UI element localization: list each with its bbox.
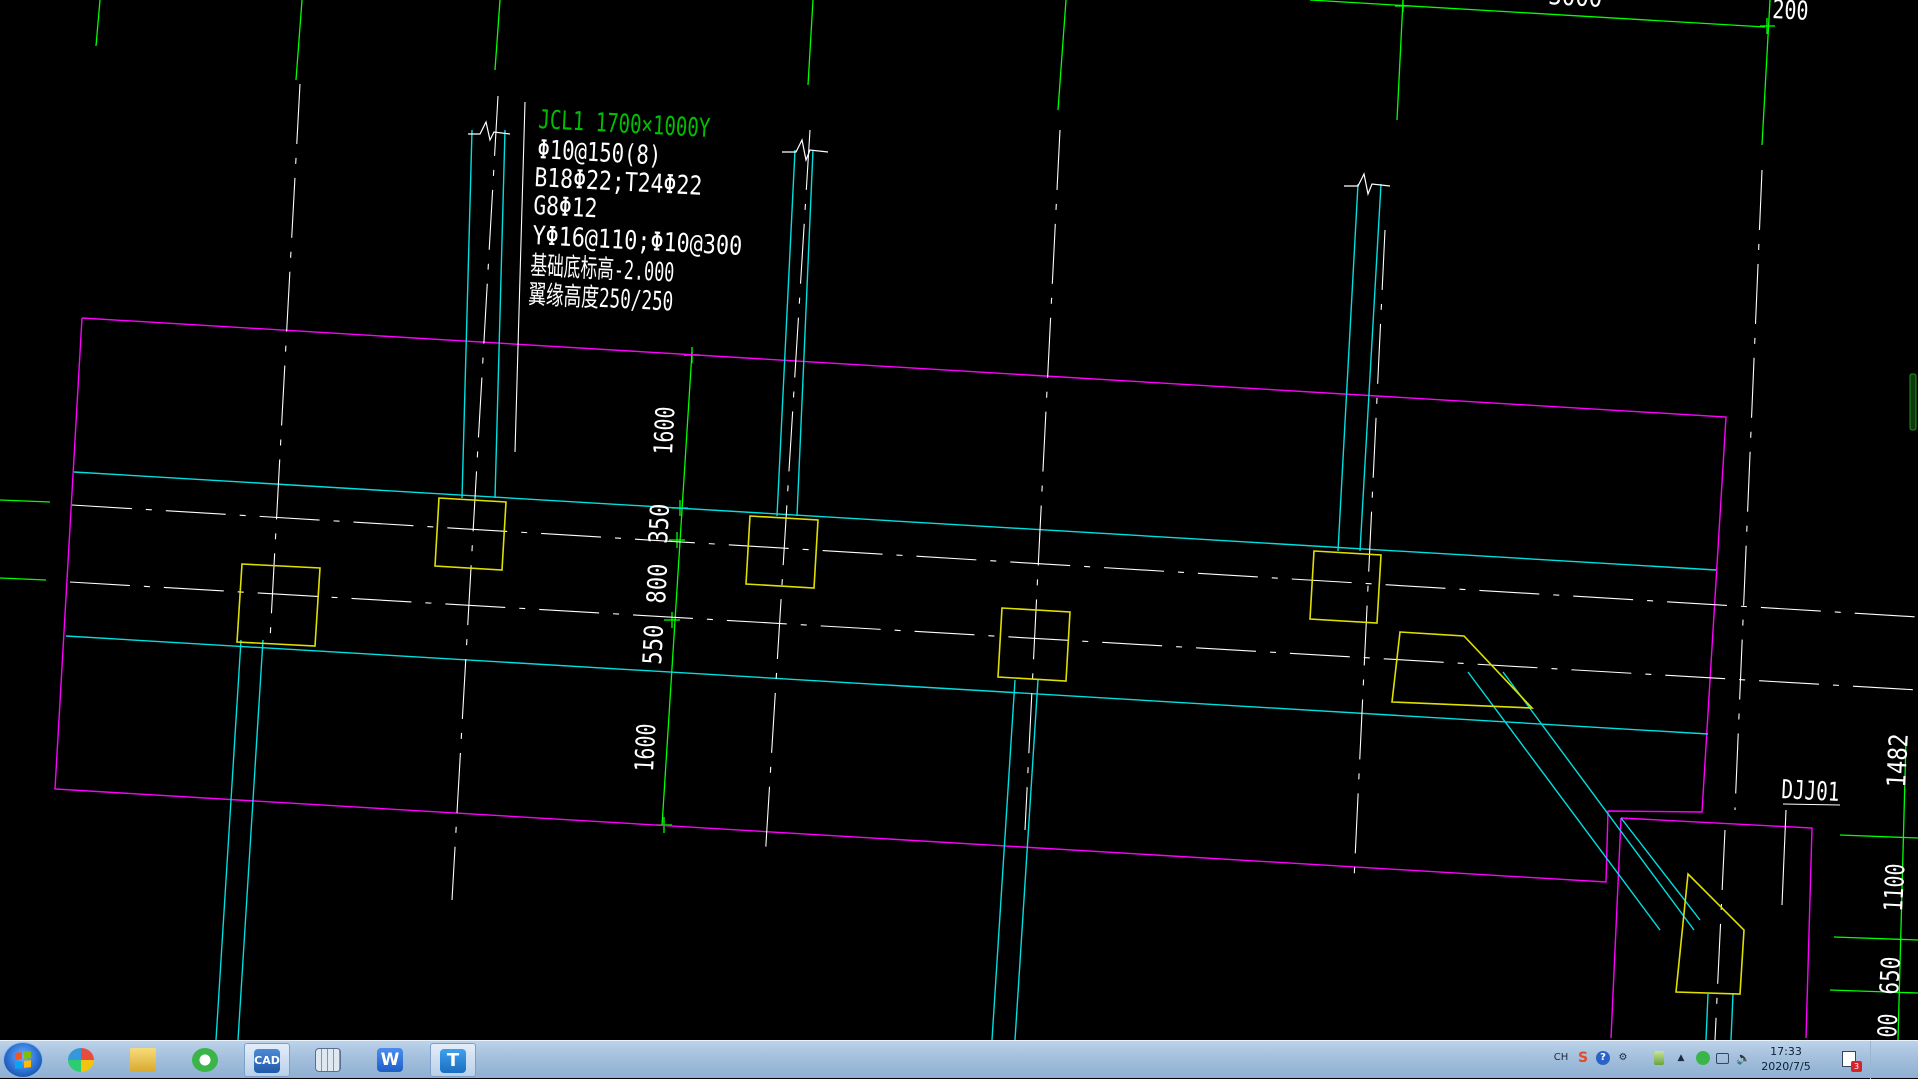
- dim-1100: 1100: [1879, 863, 1911, 913]
- annotation-side-bars: G8Φ12: [533, 191, 598, 224]
- t-app-icon-label: T: [446, 1050, 460, 1071]
- dim-1482: 1482: [1882, 733, 1915, 788]
- folder-icon: [130, 1048, 156, 1072]
- browser-icon: [192, 1048, 218, 1072]
- clock-date: 2020/7/5: [1761, 1060, 1811, 1073]
- windows-flag-icon: [15, 1051, 31, 1069]
- ime-indicator[interactable]: CH: [1550, 1051, 1572, 1065]
- cad-drawing-canvas[interactable]: JCL1 1700×1000Y Φ10@150(8) B18Φ22;T24Φ22…: [0, 0, 1918, 1040]
- color-app-icon: [68, 1048, 94, 1072]
- sogou-ime-icon[interactable]: S: [1576, 1051, 1590, 1065]
- cad-icon: CAD: [254, 1049, 280, 1073]
- taskbar-app-wps[interactable]: W: [368, 1043, 414, 1077]
- dim-200: 200: [1772, 0, 1810, 27]
- calculator-icon: [315, 1048, 341, 1072]
- wps-icon: W: [377, 1048, 403, 1072]
- taskbar-app-color[interactable]: [59, 1043, 105, 1077]
- battery-icon[interactable]: [1654, 1051, 1664, 1065]
- notification-count: 3: [1851, 1061, 1862, 1072]
- wps-icon-label: W: [380, 1050, 400, 1070]
- taskbar-app-t[interactable]: T: [430, 1043, 476, 1077]
- show-desktop-button[interactable]: [1870, 1041, 1918, 1079]
- network-icon[interactable]: [1716, 1053, 1729, 1064]
- taskbar-app-calculator[interactable]: [306, 1043, 352, 1077]
- taskbar-app-folder[interactable]: [121, 1043, 167, 1077]
- dim-1600-bottom: 1600: [630, 723, 662, 773]
- dim-650: 650: [1875, 956, 1907, 996]
- footing-label: DJJ01: [1781, 775, 1840, 808]
- system-tray: CH S ? ⚙ ▲ 🔊 17:33 2020/7/5 3: [1548, 1041, 1918, 1079]
- dim-00: 00: [1873, 1013, 1904, 1039]
- clock-time: 17:33: [1770, 1045, 1802, 1058]
- input-settings-icon[interactable]: ⚙: [1616, 1051, 1630, 1065]
- security-icon[interactable]: [1696, 1051, 1710, 1065]
- taskbar: CAD W T CH S ? ⚙ ▲ 🔊 17:33 2020/7/5 3: [0, 1040, 1918, 1079]
- start-button[interactable]: [3, 1042, 43, 1078]
- taskbar-app-browser[interactable]: [183, 1043, 229, 1077]
- volume-icon[interactable]: 🔊: [1736, 1051, 1751, 1065]
- dim-800: 800: [642, 563, 674, 605]
- show-hidden-icons[interactable]: ▲: [1674, 1051, 1688, 1065]
- t-app-icon: T: [440, 1049, 466, 1073]
- clock[interactable]: 17:33 2020/7/5: [1756, 1044, 1816, 1074]
- taskbar-app-cad[interactable]: CAD: [244, 1043, 290, 1077]
- cad-icon-label: CAD: [254, 1054, 280, 1067]
- dim-1600-top: 1600: [649, 406, 681, 456]
- dim-550: 550: [638, 624, 670, 666]
- right-scroll-indicator[interactable]: [1909, 373, 1917, 431]
- dim-350: 350: [644, 503, 676, 545]
- help-icon[interactable]: ?: [1596, 1051, 1610, 1065]
